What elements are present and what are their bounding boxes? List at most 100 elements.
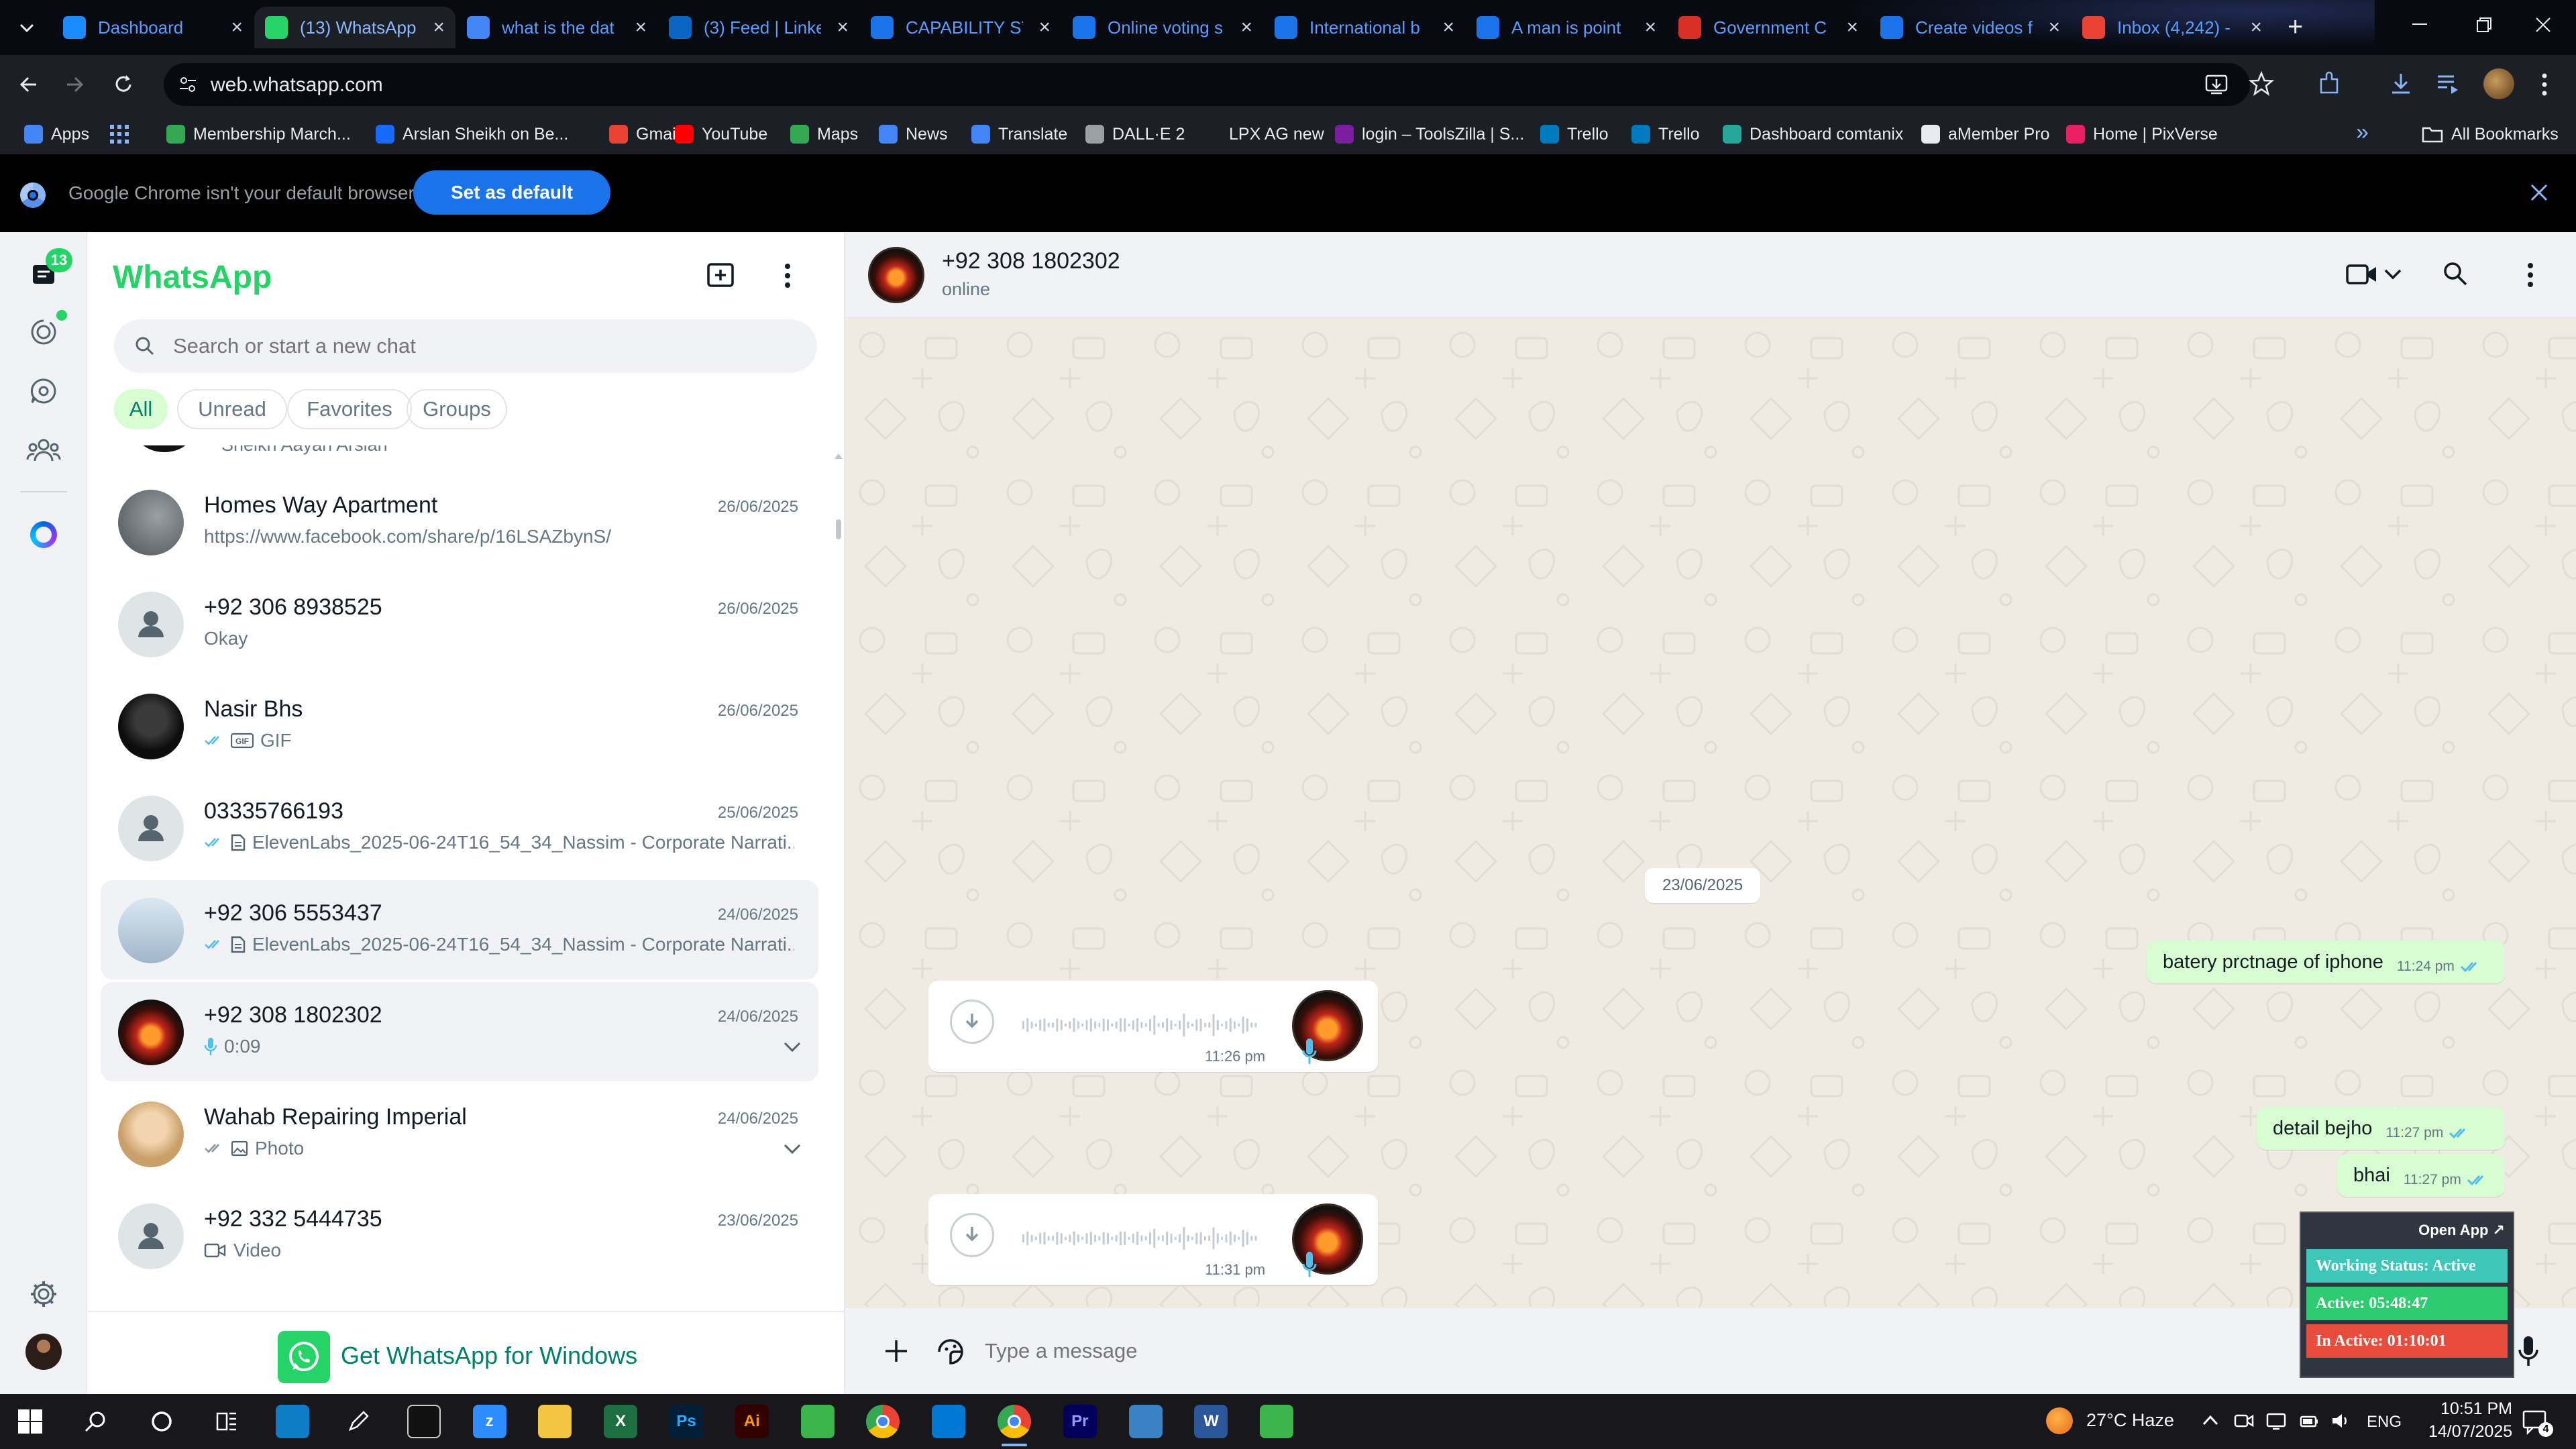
profile-avatar-rail[interactable] [23,1331,64,1373]
terminal-icon[interactable] [407,1405,441,1438]
clock-date[interactable]: 14/07/2025 [2428,1422,2512,1442]
pen-icon[interactable] [341,1405,375,1438]
edge-icon[interactable] [276,1405,310,1438]
browser-tab[interactable]: Create videos f × [1870,7,2071,48]
all-bookmarks[interactable]: All Bookmarks [2422,121,2559,148]
browser-tab[interactable]: what is the dat × [456,7,657,48]
download-voice-button[interactable] [950,1000,994,1044]
filter-chip-groups[interactable]: Groups [407,389,507,429]
download-icon[interactable] [2388,71,2414,97]
emoji-sticker-button[interactable] [935,1336,966,1367]
chat-row[interactable]: Homes Way Apartment 26/06/2025 https://www… [101,472,818,572]
filter-chip-favorites[interactable]: Favorites [287,389,412,429]
message-outgoing[interactable]: detail bejho 11:27 pm [2257,1107,2505,1150]
tab-close-icon[interactable]: × [433,16,445,39]
chat-row[interactable]: 03335766193 25/06/2025 ElevenLabs_2025-06-… [101,778,818,877]
bookmark-item[interactable]: LPX AG new [1202,121,1324,148]
zoom-icon[interactable]: z [472,1405,506,1438]
bookmark-item[interactable]: Arslan Sheikh on Be... [376,121,568,148]
voice-message[interactable]: 11:31 pm [928,1194,1378,1285]
chrome-icon[interactable] [866,1405,900,1438]
address-bar[interactable]: web.whatsapp.com [164,63,2250,106]
tab-close-icon[interactable]: × [837,16,849,39]
browser-tab[interactable]: (13) WhatsApp × [254,7,455,48]
new-tab-button[interactable]: + [2288,13,2303,40]
chat-row[interactable]: Wahab Repairing Imperial 24/06/2025 Photo [101,1084,818,1183]
voice-message[interactable]: 11:26 pm [928,981,1378,1072]
meta-ai-button[interactable] [23,514,64,555]
battery-icon[interactable] [2300,1411,2320,1430]
bookmark-star-icon[interactable] [2249,71,2274,97]
communities-nav-button[interactable] [23,429,64,471]
browser-tab[interactable]: Dashboard × [52,7,254,48]
search-input[interactable] [173,319,777,373]
menu-button[interactable] [782,262,793,290]
apps-grid-icon[interactable] [110,125,129,144]
meet-now-icon[interactable] [2234,1411,2254,1430]
tab-close-icon[interactable]: × [1846,16,1858,39]
bookmark-item[interactable]: Home | PixVerse [2066,121,2218,148]
bookmark-item[interactable]: DALL·E 2 [1085,121,1185,148]
excel-icon[interactable]: X [604,1405,638,1438]
chat-row[interactable]: +92 332 5444735 23/06/2025 Video [101,1186,818,1285]
list-scrollbar[interactable] [836,519,841,539]
tab-close-icon[interactable]: × [231,16,243,39]
extensions-icon[interactable] [2317,71,2343,97]
notifications-button[interactable]: 4 [2522,1409,2553,1437]
search-icon[interactable] [79,1405,113,1438]
camtasia-icon[interactable] [800,1405,835,1438]
premiere-icon[interactable]: Pr [1063,1405,1097,1438]
browser-tab[interactable]: (3) Feed | Linke × [658,7,859,48]
get-whatsapp-banner[interactable]: Get WhatsApp for Windows [87,1311,844,1394]
forward-icon[interactable] [63,72,87,97]
tab-close-icon[interactable]: × [1240,16,1252,39]
browser-tab[interactable]: Government C × [1668,7,1869,48]
status-nav-button[interactable] [23,310,67,353]
cortana-icon[interactable] [145,1405,178,1438]
chat-row[interactable]: +92 306 5553437 24/06/2025 ElevenLabs_2025… [101,880,818,979]
chat-row[interactable]: +92 308 1802302 24/06/2025 0:09 [101,982,818,1081]
chevron-down-icon[interactable] [782,1143,802,1155]
scroll-up-arrow[interactable] [835,453,843,459]
infobar-close-icon[interactable] [2529,182,2549,203]
weather-text[interactable]: 27°C Haze [2086,1410,2174,1431]
browser-tab[interactable]: International b × [1264,7,1465,48]
tab-close-icon[interactable]: × [635,16,647,39]
video-call-button[interactable] [2345,262,2403,287]
channels-nav-button[interactable] [23,370,64,412]
browser-tab[interactable]: Inbox (4,242) - × [2072,7,2273,48]
search-box[interactable] [114,319,817,373]
bookmark-item[interactable]: Dashboard comtanix [1723,121,1903,148]
tab-close-icon[interactable]: × [1038,16,1051,39]
filter-chip-all[interactable]: All [114,389,168,429]
partial-chat-row[interactable]: Sheikh Aayan Arslan [101,445,818,472]
windows-start-icon[interactable] [13,1405,47,1438]
volume-icon[interactable] [2330,1411,2351,1430]
browser-tab[interactable]: Online voting s × [1062,7,1263,48]
message-outgoing[interactable]: batery prctnage of iphone 11:24 pm [2147,941,2505,983]
bookmark-item[interactable]: Maps [790,121,858,148]
camtasia-2-icon[interactable] [1260,1405,1294,1438]
search-conversation-button[interactable] [2442,260,2469,287]
bookmark-item[interactable]: login – ToolsZilla | S... [1335,121,1524,148]
photoshop-icon[interactable]: Ps [669,1405,703,1438]
voice-record-button[interactable] [2517,1335,2540,1367]
browser-tab[interactable]: A man is point × [1466,7,1667,48]
weather-icon[interactable] [2046,1407,2073,1434]
bookmark-item[interactable]: Membership March... [166,121,351,148]
set-as-default-button[interactable]: Set as default [413,170,610,215]
bookmark-item[interactable]: News [879,121,948,148]
tab-close-icon[interactable]: × [2048,16,2060,39]
app-blue-icon[interactable] [1128,1405,1163,1438]
profile-avatar[interactable] [2483,68,2514,99]
task-view-icon[interactable] [210,1405,244,1438]
language-indicator[interactable]: ENG [2367,1413,2402,1432]
tab-close-icon[interactable]: × [2250,16,2262,39]
media-playlist-icon[interactable] [2435,71,2461,97]
bookmark-item[interactable]: Gmail [609,121,680,148]
word-icon[interactable]: W [1194,1405,1228,1438]
bookmark-item[interactable]: YouTube [675,121,767,148]
restore-button[interactable] [2474,15,2494,35]
chrome-menu-icon[interactable] [2540,71,2549,98]
conversation-menu-button[interactable] [2525,262,2536,288]
